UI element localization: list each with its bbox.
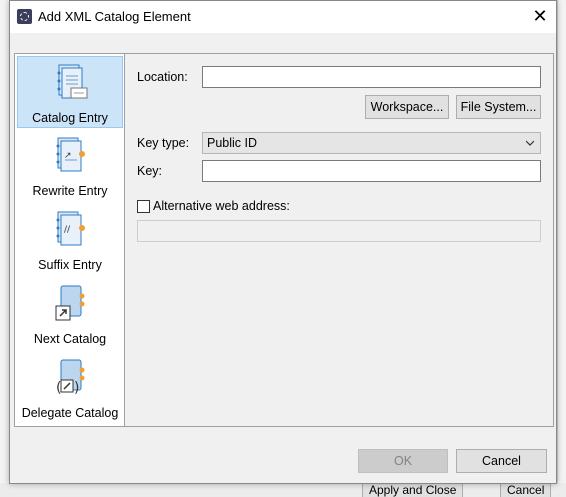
background-apply-close-button[interactable]: Apply and Close <box>362 483 464 497</box>
key-type-label: Key type: <box>137 136 190 150</box>
ok-button: OK <box>358 449 448 473</box>
sidebar-item-rewrite-entry[interactable]: ↗ Rewrite Entry <box>17 130 123 202</box>
cancel-button[interactable]: Cancel <box>456 449 547 473</box>
file-system-button[interactable]: File System... <box>456 95 541 119</box>
add-xml-catalog-element-dialog: Add XML Catalog Element ✕ Catalog Entry <box>9 0 557 484</box>
suffix-entry-icon: // <box>56 211 85 246</box>
close-icon: ✕ <box>532 6 548 26</box>
rewrite-entry-icon: ↗ <box>56 137 85 172</box>
background-button-strip: Apply and Close Cancel <box>0 483 566 497</box>
key-label: Key: <box>137 164 163 178</box>
app-icon <box>17 9 32 24</box>
svg-text:): ) <box>74 380 79 396</box>
sidebar-item-delegate-catalog[interactable]: ( ) Delegate Catalog <box>17 352 123 424</box>
sidebar-item-label: Catalog Entry <box>32 111 108 125</box>
title-bar: Add XML Catalog Element ✕ <box>10 1 556 33</box>
location-label: Location: <box>137 70 188 84</box>
key-input[interactable] <box>202 160 541 182</box>
location-input[interactable] <box>202 66 541 88</box>
catalog-entry-icon <box>57 64 88 99</box>
workspace-button[interactable]: Workspace... <box>365 95 449 119</box>
sidebar-item-label: Suffix Entry <box>38 258 102 272</box>
next-catalog-icon <box>55 285 85 321</box>
alternative-web-address-checkbox[interactable] <box>137 200 150 213</box>
svg-text://: // <box>64 225 71 235</box>
sidebar-item-label: Next Catalog <box>33 332 107 346</box>
close-button[interactable]: ✕ <box>524 1 556 31</box>
delegate-catalog-icon: ( ) <box>56 359 85 396</box>
alternative-web-address-input <box>137 220 541 242</box>
key-type-value: Public ID <box>207 136 258 150</box>
chevron-down-icon <box>526 140 534 146</box>
entry-type-list: Catalog Entry ↗ Rewrite Entry // Suffix … <box>15 54 125 426</box>
sidebar-item-label: Rewrite Entry <box>32 184 108 198</box>
sidebar-item-label: Delegate Catalog <box>21 406 119 420</box>
main-panel: Catalog Entry ↗ Rewrite Entry // Suffix … <box>14 53 554 427</box>
key-type-select[interactable]: Public ID <box>202 132 541 154</box>
alternative-web-address-label: Alternative web address: <box>153 199 290 213</box>
background-cancel-button[interactable]: Cancel <box>500 483 552 497</box>
sidebar-item-suffix-entry[interactable]: // Suffix Entry <box>17 204 123 276</box>
entry-form: Location: Workspace... File System... Ke… <box>125 54 553 426</box>
background-window-edge-left <box>0 0 9 497</box>
background-window-edge-right <box>557 0 566 497</box>
dialog-title: Add XML Catalog Element <box>38 9 191 24</box>
sidebar-item-next-catalog[interactable]: Next Catalog <box>17 278 123 350</box>
sidebar-item-catalog-entry[interactable]: Catalog Entry <box>17 56 123 128</box>
